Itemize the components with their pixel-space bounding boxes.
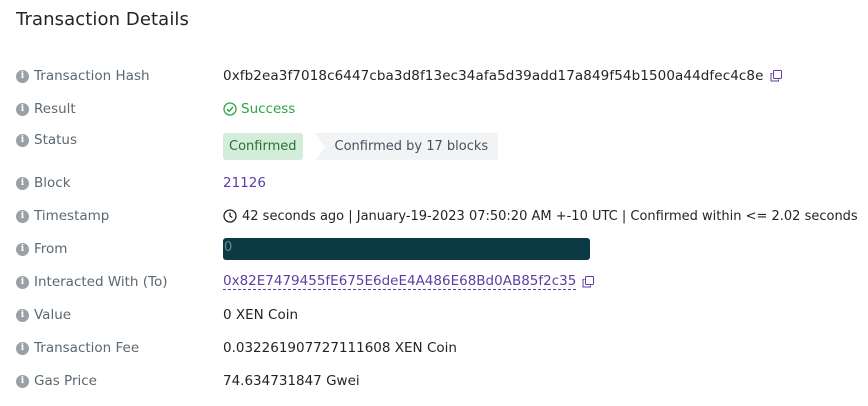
copy-icon[interactable]	[770, 70, 782, 82]
copy-icon[interactable]	[582, 276, 595, 288]
info-icon[interactable]: i	[16, 69, 29, 83]
info-icon[interactable]: i	[16, 133, 29, 147]
label-status: Status	[34, 132, 78, 148]
confirmations-badge: Confirmed by 17 blocks	[314, 132, 499, 161]
block-link[interactable]: 21126	[223, 175, 266, 191]
contract-address-link[interactable]: 0x82E7479455fE675E6deE4A486E68Bd0AB85f2c…	[223, 274, 577, 290]
page-title: Transaction Details	[16, 9, 189, 30]
label-transaction-hash: Transaction Hash	[34, 68, 150, 84]
transaction-details-panel: Transaction Details i Transaction Hash 0…	[0, 0, 868, 406]
row-interacted-with: i Interacted With (To) 0x82E7479455fE675…	[16, 271, 868, 293]
info-icon[interactable]: i	[16, 374, 29, 388]
transaction-hash-value[interactable]: 0xfb2ea3f7018c6447cba3d8f13ec34afa5d39ad…	[223, 68, 764, 84]
transaction-fee-value: 0.032261907727111608 XEN Coin	[223, 340, 457, 356]
label-block: Block	[34, 175, 71, 191]
row-gas-price: i Gas Price 74.634731847 Gwei	[16, 370, 868, 392]
label-result: Result	[34, 101, 76, 117]
label-from: From	[34, 241, 68, 257]
row-block: i Block 21126	[16, 172, 868, 194]
label-value: Value	[34, 307, 72, 323]
info-icon[interactable]: i	[16, 176, 29, 190]
label-timestamp: Timestamp	[34, 208, 110, 224]
redacted-from-address: 0	[223, 238, 590, 260]
info-icon[interactable]: i	[16, 341, 29, 355]
row-value: i Value 0 XEN Coin	[16, 304, 868, 326]
label-gas-price: Gas Price	[34, 373, 97, 389]
value-amount: 0 XEN Coin	[223, 307, 299, 323]
check-circle-icon	[223, 102, 237, 116]
row-transaction-hash: i Transaction Hash 0xfb2ea3f7018c6447cba…	[16, 65, 868, 87]
info-icon[interactable]: i	[16, 275, 29, 289]
info-icon[interactable]: i	[16, 209, 29, 223]
info-icon[interactable]: i	[16, 102, 29, 116]
from-address-visible-part: 0	[224, 240, 233, 255]
result-value: Success	[241, 101, 296, 117]
label-transaction-fee: Transaction Fee	[34, 340, 140, 356]
row-from: i From 0	[16, 238, 868, 260]
row-transaction-fee: i Transaction Fee 0.032261907727111608 X…	[16, 337, 868, 359]
info-icon[interactable]: i	[16, 242, 29, 256]
row-result: i Result Success	[16, 98, 868, 120]
clock-icon	[223, 209, 237, 223]
status-badge: Confirmed	[223, 132, 303, 160]
label-interacted-with: Interacted With (To)	[34, 274, 168, 290]
timestamp-value: 42 seconds ago | January-19-2023 07:50:2…	[242, 208, 858, 224]
info-icon[interactable]: i	[16, 308, 29, 322]
gas-price-value: 74.634731847 Gwei	[223, 373, 360, 389]
row-status: i Status Confirmed Confirmed by 17 block…	[16, 132, 868, 161]
row-timestamp: i Timestamp 42 seconds ago | January-19-…	[16, 205, 868, 227]
